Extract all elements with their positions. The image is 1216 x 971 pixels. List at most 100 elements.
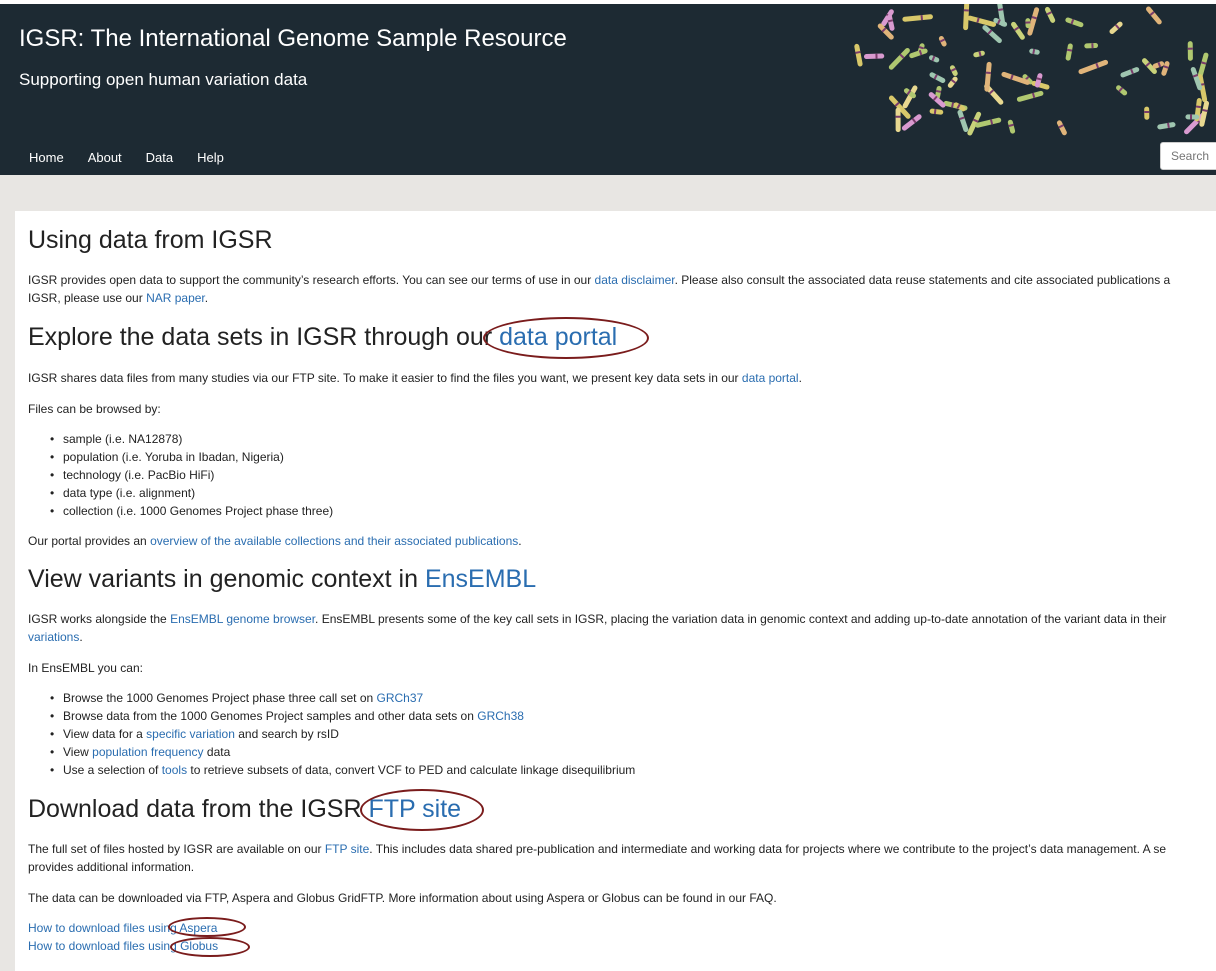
ensembl-browser-link[interactable]: EnsEMBL genome browser [170, 612, 315, 626]
site-header: IGSR: The International Genome Sample Re… [0, 4, 1216, 175]
heading-ftp: Download data from the IGSR FTP site [28, 795, 461, 824]
list-item: Browse data from the 1000 Genomes Projec… [50, 707, 635, 725]
browse-list: sample (i.e. NA12878) population (i.e. Y… [28, 430, 333, 520]
list-item: View population frequency data [50, 743, 635, 761]
chromosome-shape [1025, 18, 1031, 29]
chromosome-shape [1078, 59, 1109, 75]
tools-link[interactable]: tools [162, 763, 187, 777]
variations-link[interactable]: variations [28, 630, 79, 644]
ensembl-list: Browse the 1000 Genomes Project phase th… [28, 689, 635, 779]
nav-data[interactable]: Data [134, 142, 185, 175]
grch37-link[interactable]: GRCh37 [377, 691, 424, 705]
text: IGSR shares data files from many studies… [28, 371, 742, 385]
text: and search by rsID [234, 727, 339, 741]
chromosome-shape [901, 114, 922, 131]
chromosome-shape [1084, 43, 1099, 49]
main-nav: Home About Data Help [17, 142, 236, 175]
site-title[interactable]: IGSR: The International Genome Sample Re… [19, 25, 567, 53]
chromosome-shape [1187, 41, 1193, 61]
text: View [63, 745, 93, 759]
list-item: technology (i.e. PacBio HiFi) [50, 466, 333, 484]
site-subtitle: Supporting open human variation data [19, 70, 308, 89]
text: Browse data from the 1000 Genomes Projec… [63, 709, 478, 723]
chromosome-shape [1056, 120, 1067, 136]
browse-intro: Files can be browsed by: [28, 402, 161, 416]
chromosome-shape [1120, 67, 1140, 78]
chromosome-shape [1011, 21, 1025, 40]
chromosome-shape [1109, 21, 1123, 34]
text: . [204, 291, 209, 305]
data-portal-link[interactable]: data portal [742, 371, 799, 385]
chromosome-shape [929, 55, 940, 63]
globus-howto-link[interactable]: How to download files using Globus [28, 939, 218, 953]
heading-ensembl: View variants in genomic context in EnsE… [28, 565, 536, 594]
chromosome-shape [929, 108, 944, 115]
ensembl-paragraph-line1: IGSR works alongside the EnsEMBL genome … [28, 610, 1166, 628]
population-frequency-link[interactable]: population frequency [92, 745, 203, 759]
main-content-card: Using data from IGSR IGSR provides open … [15, 211, 1216, 971]
collections-overview-link[interactable]: overview of the available collections an… [150, 534, 518, 548]
aspera-howto-link[interactable]: How to download files using Aspera [28, 921, 217, 935]
ftp-paragraph-line2: provides additional information. [28, 860, 195, 874]
using-paragraph-line1: IGSR provides open data to support the c… [28, 271, 1170, 289]
data-portal-heading-link[interactable]: data portal [499, 323, 617, 351]
ftp-site-link[interactable]: FTP site [325, 842, 369, 856]
list-item: sample (i.e. NA12878) [50, 430, 333, 448]
chromosome-shape [1144, 106, 1150, 120]
chromosome-shape [1152, 61, 1165, 69]
ftp-heading-link[interactable]: FTP site [368, 795, 461, 823]
chromosome-shape [949, 65, 958, 76]
chromosome-shape [888, 47, 910, 70]
specific-variation-link[interactable]: specific variation [146, 727, 235, 741]
heading-data-portal: Explore the data sets in IGSR through ou… [28, 323, 617, 352]
ensembl-paragraph-line2: variations. [28, 628, 83, 646]
chromosome-shape [947, 76, 958, 88]
text: . EnsEMBL presents some of the key call … [315, 612, 1167, 626]
chromosome-shape [957, 109, 969, 133]
chromosome-shape [902, 14, 933, 22]
nav-about[interactable]: About [76, 142, 134, 175]
text: to retrieve subsets of data, convert VCF… [187, 763, 636, 777]
ftp-paragraph-line1: The full set of files hosted by IGSR are… [28, 840, 1166, 858]
chromosome-shape [967, 15, 997, 27]
chromosome-shape [863, 53, 885, 60]
chromosome-shape [1145, 6, 1162, 25]
chromosome-shape [963, 4, 970, 31]
grch38-link[interactable]: GRCh38 [477, 709, 524, 723]
data-disclaimer-link[interactable]: data disclaimer [595, 273, 675, 287]
chromosome-shape [1044, 6, 1056, 23]
chromosome-shape [1065, 17, 1084, 28]
nav-home[interactable]: Home [17, 142, 76, 175]
chromosome-shape [902, 85, 918, 109]
globus-line: How to download files using Globus [28, 937, 218, 955]
chromosome-shape [1016, 90, 1044, 102]
chromosome-banner-image [854, 4, 1210, 136]
ensembl-intro: In EnsEMBL you can: [28, 661, 143, 675]
text: . Please also consult the associated dat… [674, 273, 1171, 287]
aspera-line: How to download files using Aspera [28, 919, 217, 937]
text: IGSR works alongside the [28, 612, 171, 626]
list-item: data type (i.e. alignment) [50, 484, 333, 502]
search-input[interactable] [1160, 142, 1216, 170]
text: Browse the 1000 Genomes Project phase th… [63, 691, 377, 705]
text: . [518, 534, 522, 548]
chromosome-shape [1065, 43, 1073, 61]
ensembl-heading-link[interactable]: EnsEMBL [425, 565, 536, 593]
list-item: collection (i.e. 1000 Genomes Project ph… [50, 502, 333, 520]
nar-paper-link[interactable]: NAR paper [146, 291, 205, 305]
nav-help[interactable]: Help [185, 142, 236, 175]
list-item: population (i.e. Yoruba in Ibadan, Niger… [50, 448, 333, 466]
chromosome-shape [1029, 48, 1040, 55]
chromosome-shape [1007, 119, 1016, 134]
list-item: View data for a specific variation and s… [50, 725, 635, 743]
text: data [203, 745, 231, 759]
list-item: Browse the 1000 Genomes Project phase th… [50, 689, 635, 707]
text: IGSR provides open data to support the c… [28, 273, 595, 287]
chromosome-shape [982, 25, 1002, 44]
list-item: Use a selection of tools to retrieve sub… [50, 761, 636, 779]
chromosome-shape [887, 14, 895, 31]
chromosome-shape [1157, 122, 1176, 130]
heading-text: Download data from the IGSR [28, 795, 369, 823]
chromosome-shape [1116, 85, 1128, 96]
text: IGSR, please use our [28, 291, 147, 305]
